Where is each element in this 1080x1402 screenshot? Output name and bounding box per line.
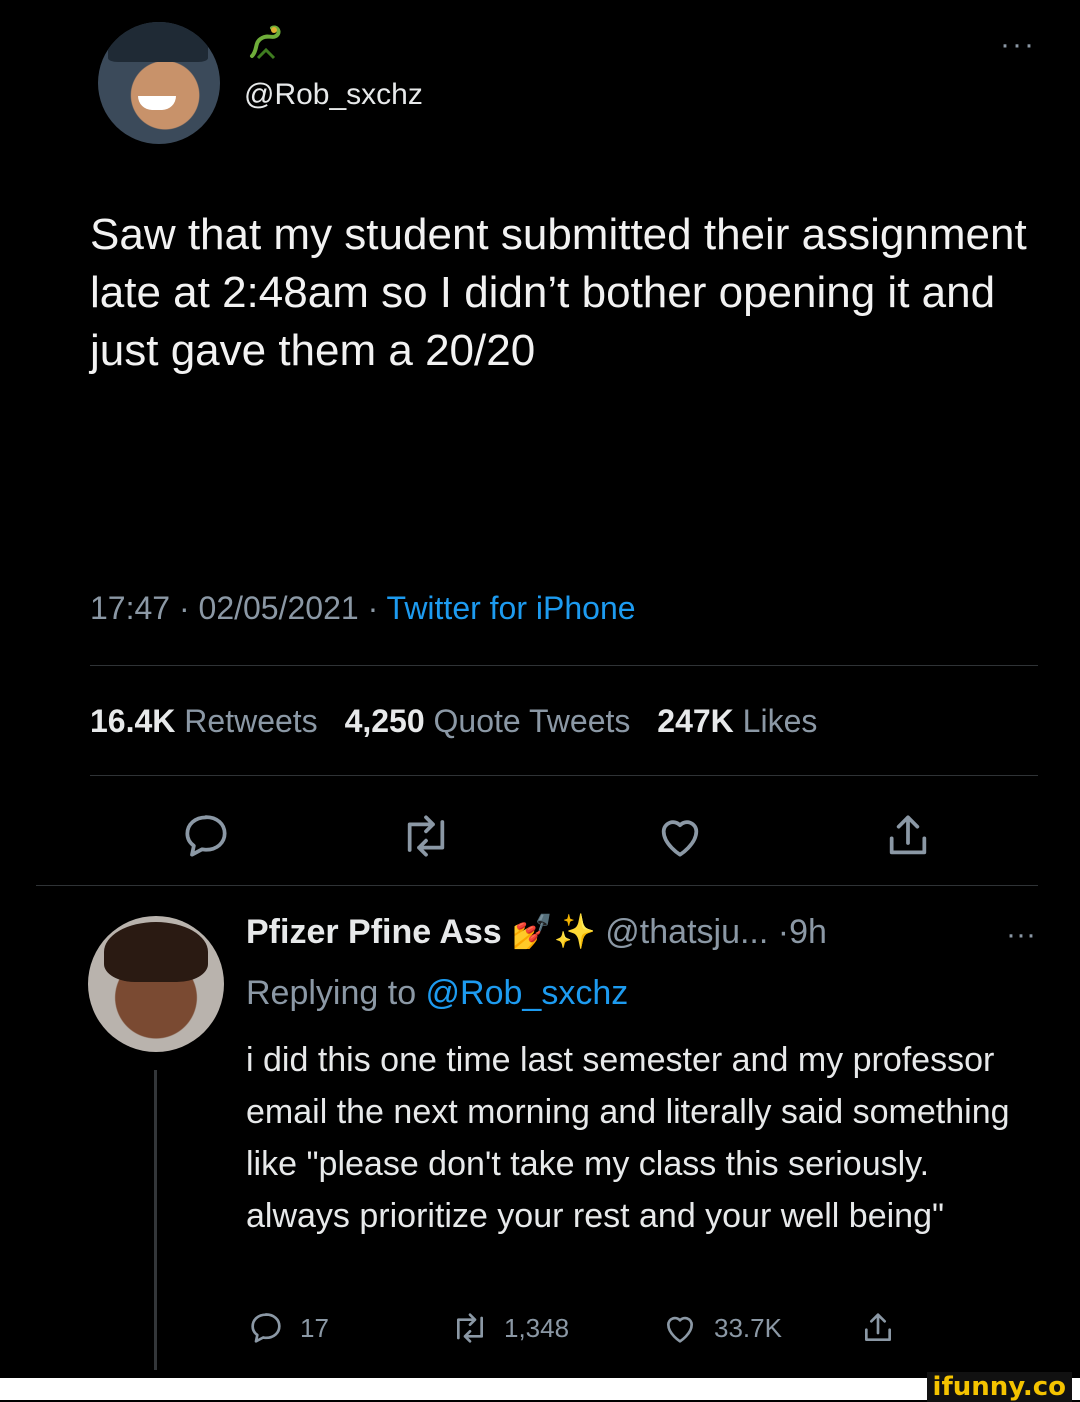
reply-reply-button[interactable]: 17 [246, 1306, 329, 1350]
tweet-meta: 17:47 · 02/05/2021 · Twitter for iPhone [90, 590, 636, 627]
watermark: ifunny.co [926, 1372, 1072, 1402]
replying-to-label: Replying to [246, 974, 426, 1012]
quote-tweets-label[interactable]: Quote Tweets [434, 703, 631, 739]
replying-to: Replying to @Rob_sxchz [246, 974, 628, 1013]
divider [36, 885, 1038, 886]
reply-author-name[interactable]: Pfizer Pfine Ass [246, 913, 502, 951]
reply-retweets-count: 1,348 [504, 1312, 570, 1343]
dragon-icon [244, 20, 290, 66]
reply-name-emoji: 💅✨ [511, 913, 596, 951]
tweet-source-link[interactable]: Twitter for iPhone [387, 590, 636, 626]
reply-share-button[interactable] [858, 1306, 898, 1350]
reply-header: Pfizer Pfine Ass 💅✨ @thatsju... ·9h [246, 912, 827, 952]
divider [90, 665, 1038, 666]
reply-retweet-button[interactable]: 1,348 [450, 1306, 569, 1350]
tweet-text: Saw that my student submitted their assi… [90, 210, 1027, 375]
reply-replies-count: 17 [300, 1312, 329, 1343]
reply-author-handle[interactable]: @thatsju... [605, 913, 768, 951]
share-icon[interactable] [880, 808, 936, 864]
author-handle[interactable]: @Rob_sxchz [244, 78, 423, 112]
reply-text: i did this one time last semester and my… [246, 1041, 1010, 1235]
likes-label[interactable]: Likes [743, 703, 818, 739]
quote-tweets-count[interactable]: 4,250 [345, 703, 425, 739]
more-options-icon[interactable]: ··· [1000, 28, 1036, 62]
tweet-timestamp: 17:47 · 02/05/2021 · [90, 590, 387, 626]
avatar-cap [108, 22, 208, 62]
reply-likes-count: 33.7K [714, 1312, 782, 1343]
likes-count[interactable]: 247K [657, 703, 734, 739]
tweet-stats: 16.4K Retweets 4,250 Quote Tweets 247K L… [90, 703, 817, 740]
like-icon [667, 1316, 693, 1343]
avatar-smile [138, 96, 176, 110]
avatar-hair [104, 922, 208, 982]
reply-timestamp[interactable]: ·9h [778, 913, 827, 951]
reply-icon [251, 1313, 281, 1343]
retweet-icon [457, 1313, 483, 1343]
reply-like-button[interactable]: 33.7K [660, 1306, 782, 1350]
divider [90, 775, 1038, 776]
like-icon[interactable] [652, 808, 708, 864]
avatar[interactable] [98, 22, 220, 144]
reply-icon[interactable] [178, 808, 234, 864]
bottom-bar [0, 1378, 1080, 1400]
reply-more-options-icon[interactable]: ··· [1006, 918, 1036, 952]
retweet-icon[interactable] [398, 808, 454, 864]
retweets-label[interactable]: Retweets [184, 703, 317, 739]
replying-to-mention[interactable]: @Rob_sxchz [426, 974, 629, 1012]
reply-avatar[interactable] [88, 916, 224, 1052]
tweet-action-bar [0, 808, 1080, 868]
thread-line [154, 1070, 157, 1370]
retweets-count[interactable]: 16.4K [90, 703, 175, 739]
share-icon [865, 1313, 891, 1341]
